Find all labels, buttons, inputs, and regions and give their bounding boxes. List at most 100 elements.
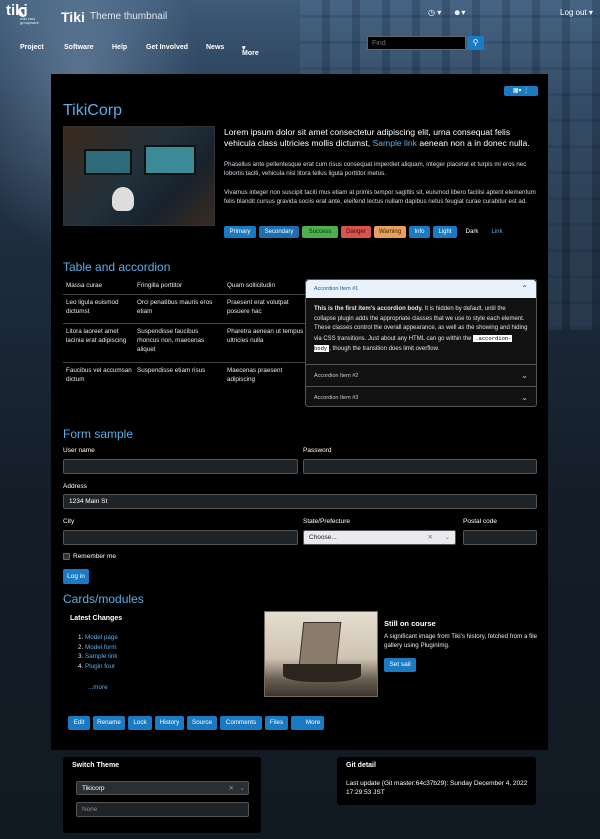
switch-theme-module: Switch Theme Tikicorp ✕ ⌄ None — [63, 757, 261, 833]
table-cell: Quam sollicitudin — [227, 282, 275, 289]
success-button[interactable]: Success — [302, 226, 338, 238]
ship-image — [264, 611, 378, 697]
source-button[interactable]: Source — [187, 716, 217, 730]
postal-field[interactable] — [463, 530, 537, 545]
state-label: State/Prefecture — [303, 518, 350, 525]
accordion-header-2[interactable]: Accordion Item #2 ⌄ — [306, 364, 536, 386]
card2-title: Still on course — [384, 619, 436, 628]
git-detail-title: Git detail — [346, 762, 376, 769]
clear-icon[interactable]: ✕ — [229, 782, 234, 795]
latest-link[interactable]: Sample link — [85, 653, 118, 660]
nav-item-get-involved[interactable]: Get Involved — [146, 44, 188, 51]
nav-more-label: More — [242, 50, 259, 57]
sample-link[interactable]: Sample link — [373, 138, 417, 148]
primary-button[interactable]: Primary — [224, 226, 256, 238]
secondary-button[interactable]: Secondary — [259, 226, 299, 238]
danger-button[interactable]: Danger — [341, 226, 371, 238]
table-row: Faucibus vel accumsan dictum Suspendisse… — [63, 366, 310, 390]
lead-tail: aenean non a in donec nulla. — [419, 138, 530, 148]
logo-subtext: wiki cms groupware — [20, 16, 39, 25]
table-cell: Maecenas praesent adipiscing — [227, 367, 283, 383]
list-item: Model page — [85, 633, 118, 643]
password-field[interactable] — [303, 459, 537, 474]
address-label: Address — [63, 483, 87, 490]
nav-item-help[interactable]: Help — [112, 44, 127, 51]
more-actions-button[interactable]: More ▾ — [291, 716, 324, 730]
history-button[interactable]: History — [155, 716, 184, 730]
switch-theme-title: Switch Theme — [72, 762, 120, 769]
nav-item-project[interactable]: Project — [20, 44, 44, 51]
table-cell: Praesent erat volutpat posuere hac — [227, 299, 289, 315]
clear-icon[interactable]: ✕ — [428, 531, 433, 544]
ship-hull — [283, 664, 361, 682]
table-cell: Leo ligula euismod dictumst — [66, 299, 119, 315]
nav-item-news[interactable]: News — [206, 44, 224, 51]
tiki-logo[interactable]: tiki wiki cms groupware — [6, 2, 48, 28]
site-brand[interactable]: Tiki — [61, 9, 85, 25]
accordion-body-strong: This is the first item's accordion body. — [314, 306, 424, 312]
rename-button[interactable]: Rename — [93, 716, 125, 730]
search-icon: ⚲ — [472, 38, 479, 47]
chevron-up-icon: ⌃ — [521, 284, 528, 293]
latest-link[interactable]: Model form — [85, 644, 117, 651]
nav-item-software[interactable]: Software — [64, 44, 94, 51]
view-options-icon[interactable]: ▦▾ ⋮ — [504, 86, 538, 96]
accordion-item-1-label: Accordion Item #1 — [314, 286, 359, 292]
table-row: Massa curae Fringilla porttitor Quam sol… — [63, 281, 310, 295]
search-input[interactable] — [367, 36, 466, 50]
chevron-down-icon: ⌄ — [521, 393, 528, 402]
nav-item-more[interactable]: More ▾ — [242, 44, 259, 57]
logout-link[interactable]: Log out ▾ — [560, 8, 593, 17]
monitor-right — [144, 145, 196, 175]
table-accordion-heading: Table and accordion — [63, 260, 171, 274]
more-actions-label: More — [305, 716, 321, 730]
state-select-value: Choose... — [309, 534, 337, 541]
lead-paragraph: Lorem ipsum dolor sit amet consectetur a… — [224, 127, 542, 149]
site-subtitle: Theme thumbnail — [90, 11, 168, 22]
latest-link[interactable]: Plugin four — [85, 663, 115, 670]
search-button[interactable]: ⚲ — [467, 36, 484, 50]
list-item: Sample link — [85, 652, 118, 662]
table-cell: Litora laoreet amet lacinia erat adipisc… — [66, 328, 127, 344]
accordion-header-3[interactable]: Accordion Item #3 ⌄ — [306, 386, 536, 408]
username-field[interactable] — [63, 459, 298, 474]
card2-text: A significant image from Tiki's history,… — [384, 633, 538, 649]
users-icon[interactable]: ☻▾ — [453, 8, 465, 17]
theme-select[interactable]: Tikicorp ✕ ⌄ — [76, 781, 249, 795]
set-sail-button[interactable]: Set sail — [384, 658, 416, 672]
login-button[interactable]: Log in — [63, 569, 89, 584]
skull-figure — [112, 187, 134, 211]
table-cell: Fringilla porttitor — [137, 282, 183, 289]
edit-button[interactable]: Edit — [68, 716, 90, 730]
logout-label: Log out — [560, 8, 587, 17]
latest-link[interactable]: Model page — [85, 634, 118, 641]
lock-button[interactable]: Lock — [128, 716, 152, 730]
remember-checkbox[interactable] — [63, 553, 70, 560]
main-content: ▦▾ ⋮ TikiCorp Lorem ipsum dolor sit amet… — [51, 74, 548, 750]
list-item: Model form — [85, 643, 118, 653]
latest-changes-card: Latest Changes Model page Model form Sam… — [63, 608, 253, 728]
state-select[interactable]: Choose... ✕ ⌄ — [303, 530, 456, 545]
more-link[interactable]: ...more — [88, 684, 108, 691]
comments-button[interactable]: Comments — [220, 716, 262, 730]
hero-image — [63, 126, 215, 226]
accordion-body-tail: , though the transition does limit overf… — [329, 346, 440, 352]
info-button[interactable]: Info — [409, 226, 430, 238]
link-button[interactable]: Link — [487, 226, 507, 238]
git-detail-text: Last update (Git master:64c37b29): Sunda… — [346, 780, 528, 796]
theme-option-select[interactable]: None — [76, 802, 249, 817]
clock-icon[interactable]: ◷ ▾ — [428, 8, 441, 17]
address-field[interactable]: 1234 Main St — [63, 494, 537, 509]
warning-button[interactable]: Warning — [374, 226, 406, 238]
accordion-item-2-label: Accordion Item #2 — [314, 373, 359, 379]
paragraph-1: Phasellus ante pellentesque erat cum ris… — [224, 161, 527, 177]
accordion-header-1[interactable]: Accordion Item #1 ⌃ — [306, 280, 536, 298]
light-button[interactable]: Light — [433, 226, 457, 238]
dark-button[interactable]: Dark — [460, 226, 484, 238]
list-item: Plugin four — [85, 662, 118, 672]
files-button[interactable]: Files — [265, 716, 288, 730]
theme-select-value: Tikicorp — [82, 785, 105, 792]
ship-sail — [298, 622, 342, 666]
city-field[interactable] — [63, 530, 298, 545]
top-bar: tiki wiki cms groupware Tiki Theme thumb… — [0, 0, 600, 30]
